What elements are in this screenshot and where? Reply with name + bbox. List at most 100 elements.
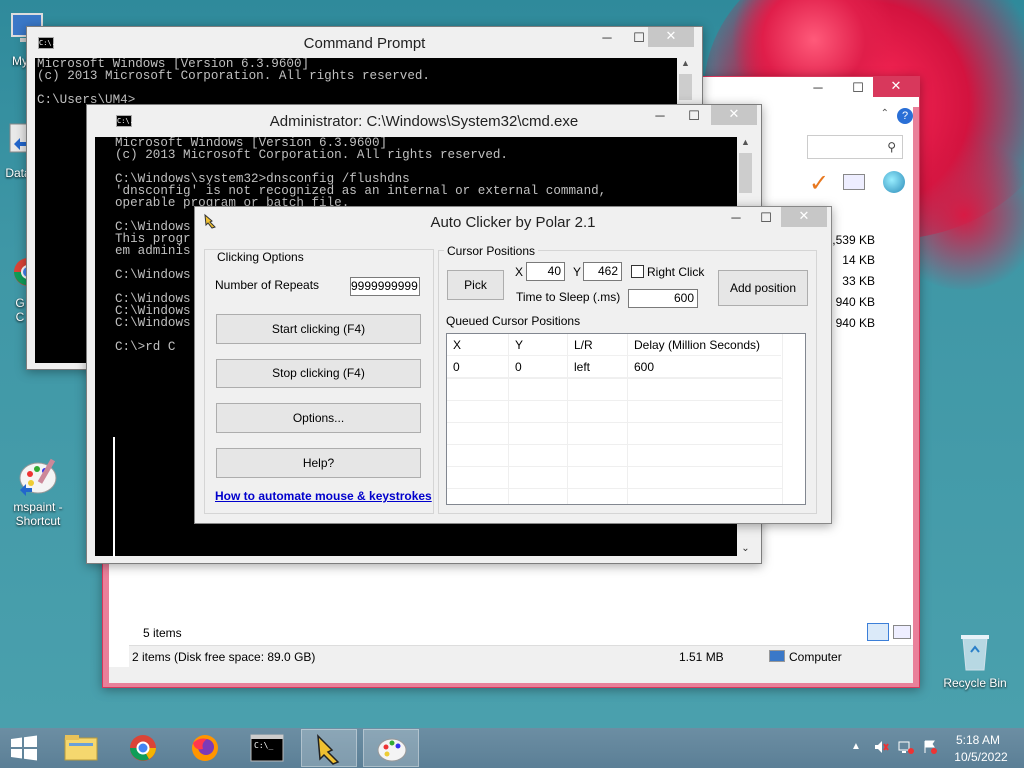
- desktop-icon-label: Recycle Bin: [943, 676, 1007, 690]
- cmd-titlebar[interactable]: C:\. Command Prompt ─ ☐ ✕: [27, 27, 702, 57]
- cell-lr: left: [568, 356, 628, 378]
- desktop-icon-label: G C: [15, 296, 25, 324]
- x-input[interactable]: 40: [526, 262, 565, 281]
- column-header-x[interactable]: X: [447, 334, 509, 356]
- cell-y: 0: [509, 356, 568, 378]
- grid-col-line: [508, 378, 509, 504]
- firefox-icon: [192, 735, 218, 761]
- scrollbar-thumb[interactable]: [679, 74, 692, 100]
- file-size: 1,539 KB: [825, 233, 875, 247]
- close-icon[interactable]: ✕: [873, 77, 919, 97]
- taskbar-auto-clicker[interactable]: [301, 729, 357, 767]
- cmd-titlebar[interactable]: C:\. Administrator: C:\Windows\System32\…: [87, 105, 761, 135]
- status-location: Computer: [789, 650, 842, 664]
- scroll-up-icon[interactable]: ▲: [677, 58, 694, 68]
- help-icon[interactable]: ?: [897, 108, 913, 124]
- computer-icon: [769, 650, 785, 662]
- repeats-input[interactable]: 9999999999: [350, 277, 420, 296]
- hand-cursor-icon: [317, 734, 340, 765]
- close-icon[interactable]: ✕: [711, 105, 757, 125]
- minimize-icon[interactable]: ─: [645, 107, 675, 127]
- clock-time[interactable]: 5:18 AM: [946, 733, 1010, 747]
- automate-link[interactable]: How to automate mouse & keystrokes: [215, 489, 432, 503]
- right-click-checkbox[interactable]: [631, 265, 644, 278]
- action-center-icon[interactable]: [922, 739, 938, 755]
- add-position-button[interactable]: Add position: [718, 270, 808, 306]
- minimize-icon[interactable]: ─: [592, 29, 622, 49]
- form-icon: [843, 174, 865, 190]
- start-button[interactable]: [0, 728, 48, 768]
- network-icon[interactable]: [898, 739, 914, 755]
- grid-col-line: [782, 334, 783, 504]
- desktop-icon-recycle-bin[interactable]: Recycle Bin: [937, 630, 1013, 690]
- paint-palette-icon: [377, 738, 407, 762]
- file-size: 14 KB: [842, 253, 875, 267]
- cmd-icon: C:\_: [250, 734, 284, 762]
- maximize-icon[interactable]: ☐: [843, 79, 873, 99]
- volume-muted-icon[interactable]: [873, 739, 889, 755]
- large-icons-view-icon[interactable]: [893, 625, 911, 639]
- minimize-icon[interactable]: ─: [803, 79, 833, 99]
- queued-positions-list[interactable]: X Y L/R Delay (Million Seconds) 0 0 left…: [446, 333, 806, 505]
- scroll-down-icon[interactable]: ⌄: [737, 543, 754, 554]
- console-border: [113, 437, 137, 557]
- group-label: Cursor Positions: [444, 244, 539, 258]
- close-icon[interactable]: ✕: [648, 27, 694, 47]
- start-clicking-button[interactable]: Start clicking (F4): [216, 314, 421, 344]
- taskbar-mspaint[interactable]: [363, 729, 419, 767]
- maximize-icon[interactable]: ☐: [751, 209, 781, 229]
- taskbar: C:\_ ▲ 5:18 AM 10/5/2022: [0, 728, 1024, 768]
- file-size: 33 KB: [842, 274, 875, 288]
- queued-label: Queued Cursor Positions: [446, 314, 581, 328]
- y-input[interactable]: 462: [583, 262, 622, 281]
- cell-x: 0: [447, 356, 509, 378]
- x-label: X: [515, 265, 524, 279]
- group-label: Clicking Options: [214, 250, 307, 264]
- clock-date[interactable]: 10/5/2022: [946, 750, 1016, 764]
- taskbar-file-explorer[interactable]: [53, 729, 109, 767]
- scroll-up-icon[interactable]: ▲: [737, 137, 754, 147]
- items-count: 5 items: [143, 626, 182, 640]
- status-bar: 2 items (Disk free space: 89.0 GB) 1.51 …: [129, 645, 913, 667]
- grid-col-line: [567, 378, 568, 504]
- desktop-icon-mspaint[interactable]: mspaint - Shortcut: [0, 426, 76, 528]
- maximize-icon[interactable]: ☐: [679, 107, 709, 127]
- status-text: 2 items (Disk free space: 89.0 GB): [132, 650, 316, 664]
- y-label: Y: [573, 265, 582, 279]
- svg-text:C:\_: C:\_: [254, 741, 273, 750]
- options-button[interactable]: Options...: [216, 403, 421, 433]
- repeats-label: Number of Repeats: [215, 278, 320, 292]
- cell-delay: 600: [628, 356, 783, 378]
- column-header-y[interactable]: Y: [509, 334, 568, 356]
- search-icon: ⚲: [887, 140, 896, 154]
- horizontal-scrollbar[interactable]: [109, 667, 913, 683]
- auto-clicker-titlebar[interactable]: Auto Clicker by Polar 2.1 ─ ☐ ✕: [195, 207, 831, 235]
- pick-button[interactable]: Pick: [447, 270, 504, 300]
- taskbar-firefox[interactable]: [177, 729, 233, 767]
- collapse-ribbon-icon[interactable]: ⌃: [881, 108, 889, 119]
- auto-clicker-window[interactable]: Auto Clicker by Polar 2.1 ─ ☐ ✕ Clicking…: [194, 206, 832, 524]
- show-hidden-icons-icon[interactable]: ▲: [851, 741, 861, 752]
- sleep-label: Time to Sleep (.ms): [516, 290, 621, 304]
- search-input[interactable]: ⚲: [807, 135, 903, 159]
- column-header-delay[interactable]: Delay (Million Seconds): [628, 334, 783, 356]
- help-button[interactable]: Help?: [216, 448, 421, 478]
- desktop-icon-label: mspaint - Shortcut: [13, 500, 63, 528]
- paint-palette-icon: [16, 440, 60, 496]
- scrollbar-thumb[interactable]: [739, 153, 752, 193]
- checkmark-icon: ✓: [809, 170, 830, 197]
- file-size: 940 KB: [835, 316, 875, 330]
- sleep-input[interactable]: 600: [628, 289, 698, 308]
- file-size: 940 KB: [835, 295, 875, 309]
- stop-clicking-button[interactable]: Stop clicking (F4): [216, 359, 421, 388]
- column-header-lr[interactable]: L/R: [568, 334, 628, 356]
- status-size: 1.51 MB: [679, 650, 724, 664]
- windows-logo-icon: [11, 735, 37, 761]
- grid-lines: [447, 378, 783, 504]
- minimize-icon[interactable]: ─: [721, 209, 751, 229]
- table-row[interactable]: 0 0 left 600: [447, 356, 783, 378]
- close-icon[interactable]: ✕: [781, 207, 827, 227]
- details-view-icon[interactable]: [867, 623, 889, 641]
- taskbar-command-prompt[interactable]: C:\_: [239, 729, 295, 767]
- taskbar-chrome[interactable]: [115, 729, 171, 767]
